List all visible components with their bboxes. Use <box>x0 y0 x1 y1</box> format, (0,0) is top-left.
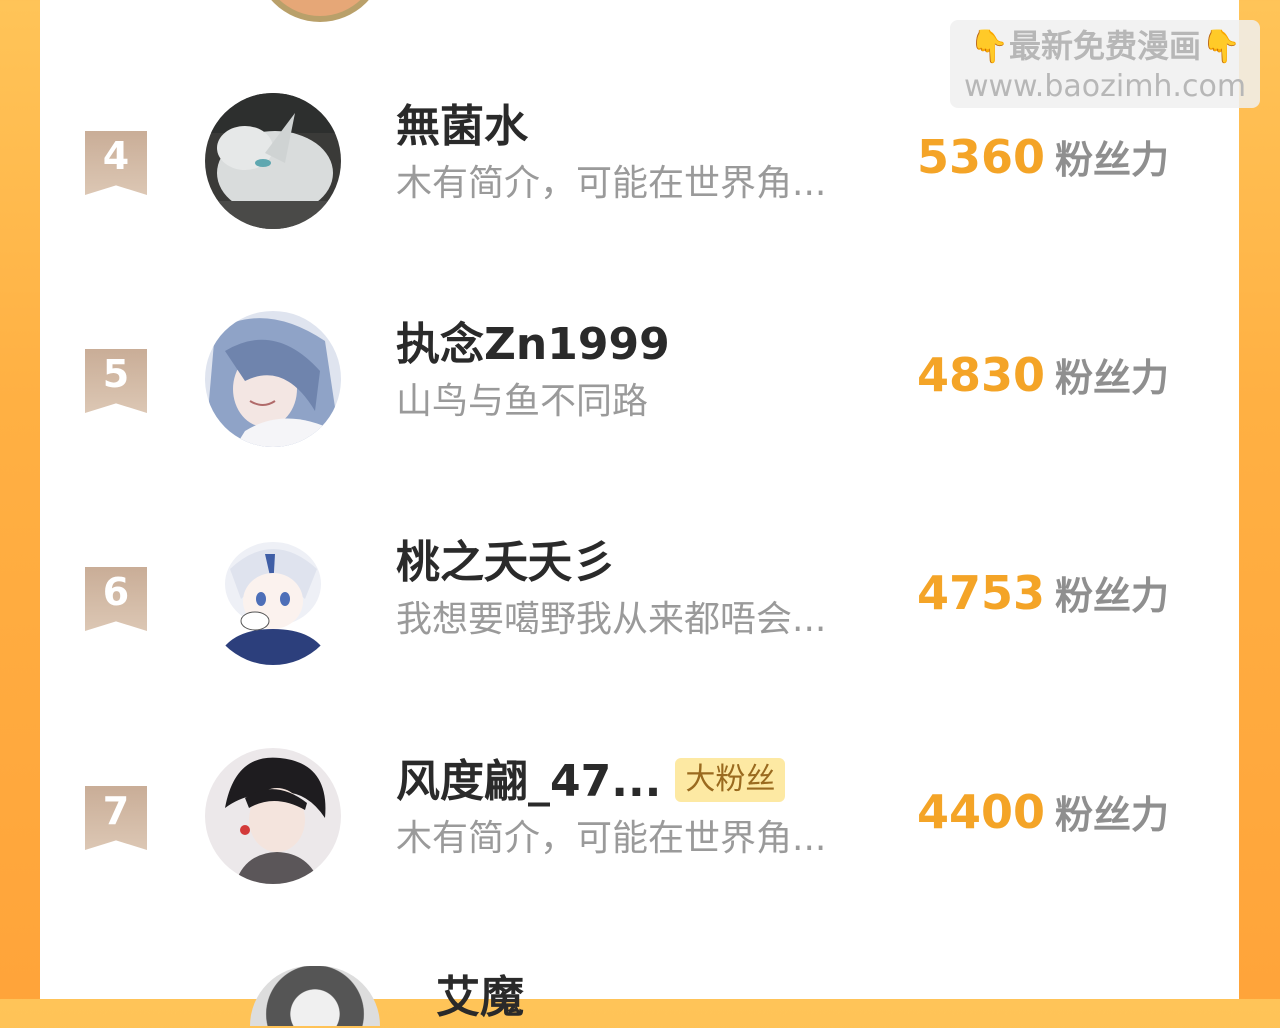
anime-boy-avatar-icon <box>205 311 341 447</box>
fan-power-unit: 粉丝力 <box>1054 356 1169 400</box>
rank-ribbon: 5 <box>85 349 147 413</box>
fan-power-unit: 粉丝力 <box>1054 793 1169 837</box>
ranking-row[interactable]: 4 無菌水 木有简介，可能在世界角... 5360 粉丝力 <box>40 93 1239 273</box>
rank-ribbon: 7 <box>85 786 147 850</box>
fan-power: 4400 粉丝力 <box>917 782 1169 853</box>
watermark: 👇最新免费漫画👇 www.baozimh.com <box>950 20 1260 108</box>
user-avatar[interactable] <box>205 311 341 447</box>
fan-power-value: 4830 <box>916 348 1045 402</box>
watermark-url: www.baozimh.com <box>963 69 1247 104</box>
watermark-title: 👇最新免费漫画👇 <box>950 24 1260 68</box>
fan-power-value: 4400 <box>916 785 1045 839</box>
rank-ribbon: 6 <box>85 567 147 631</box>
white-cat-avatar-icon <box>205 93 341 229</box>
ranking-row[interactable]: 6 桃之夭夭彡 我想要噶野我从来都唔会... 4753 粉丝力 <box>40 529 1239 709</box>
user-bio: 木有简介，可能在世界角... <box>396 818 827 859</box>
ranking-row[interactable]: 7 风度翩_47... 大粉丝 木有简介，可能在世界角... 4400 粉丝力 <box>40 748 1239 928</box>
previous-user-avatar[interactable] <box>255 0 385 22</box>
user-name-text: 风度翩_47... <box>396 756 662 807</box>
rank-ribbon: 4 <box>85 131 147 195</box>
user-name[interactable]: 风度翩_47... 大粉丝 <box>396 752 786 812</box>
fan-power: 4830 粉丝力 <box>917 345 1169 416</box>
user-name[interactable]: 桃之夭夭彡 <box>396 533 616 593</box>
fan-power: 4753 粉丝力 <box>917 563 1169 634</box>
user-bio: 山鸟与鱼不同路 <box>396 381 649 422</box>
fan-power-unit: 粉丝力 <box>1054 574 1169 618</box>
next-user-avatar[interactable] <box>250 966 380 1026</box>
user-name[interactable]: 無菌水 <box>396 97 528 157</box>
user-name[interactable]: 执念Zn1999 <box>396 315 670 375</box>
dark-hair-boy-avatar-icon <box>205 748 341 884</box>
user-bio: 我想要噶野我从来都唔会... <box>396 599 827 640</box>
pointing-down-icon: 👇 <box>969 27 1009 65</box>
watermark-line1: 最新免费漫画 <box>1008 27 1201 65</box>
fan-power: 5360 粉丝力 <box>917 127 1169 198</box>
fan-ranking-card: 4 無菌水 木有简介，可能在世界角... 5360 粉丝力 5 执念Zn1999… <box>40 0 1239 1026</box>
user-avatar[interactable] <box>205 93 341 229</box>
fan-power-value: 5360 <box>916 130 1045 184</box>
user-avatar[interactable] <box>205 748 341 884</box>
pointing-down-icon: 👇 <box>1201 27 1241 65</box>
fan-power-value: 4753 <box>916 566 1045 620</box>
big-fan-badge: 大粉丝 <box>675 758 786 802</box>
user-avatar[interactable] <box>205 529 341 665</box>
ranking-row[interactable]: 5 执念Zn1999 山鸟与鱼不同路 4830 粉丝力 <box>40 311 1239 491</box>
next-user-name[interactable]: 艾魔 <box>436 968 524 1028</box>
anime-girl-avatar-icon <box>205 529 341 665</box>
fan-power-unit: 粉丝力 <box>1054 138 1169 182</box>
user-bio: 木有简介，可能在世界角... <box>396 163 827 204</box>
